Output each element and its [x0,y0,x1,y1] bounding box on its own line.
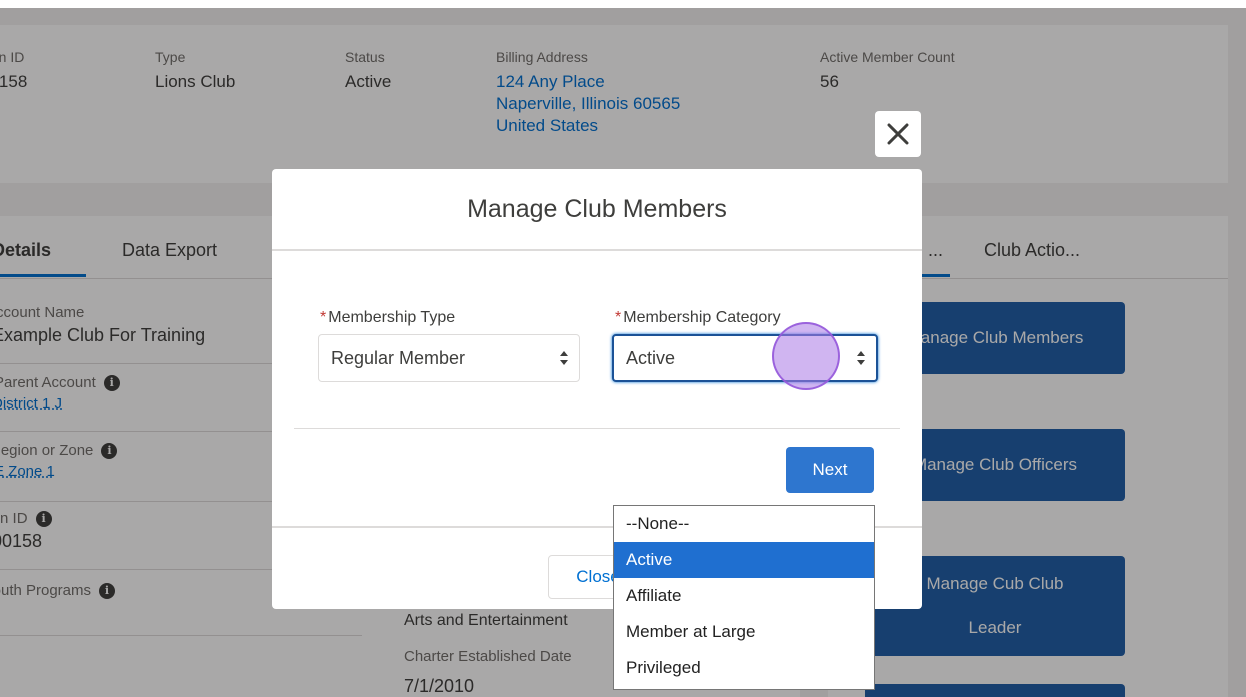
screen: Lion ID 00158 Type Lions Club Status Act… [0,8,1246,697]
membership-type-select[interactable]: Regular Member [318,334,580,382]
membership-type-label-text: Membership Type [328,309,456,326]
membership-type-value: Regular Member [331,347,466,368]
close-icon[interactable] [875,111,921,157]
select-arrows-icon [560,351,568,365]
dropdown-option-none[interactable]: --None-- [614,506,874,542]
membership-category-dropdown[interactable]: --None-- Active Affiliate Member at Larg… [613,505,875,690]
dropdown-option-member-at-large[interactable]: Member at Large [614,614,874,650]
select-arrows-icon [857,351,865,365]
dropdown-option-active[interactable]: Active [614,542,874,578]
dropdown-option-affiliate[interactable]: Affiliate [614,578,874,614]
modal-title: Manage Club Members [272,169,922,251]
membership-category-value: Active [626,347,676,368]
membership-category-label-text: Membership Category [623,309,781,326]
modal-divider [294,428,900,429]
membership-type-label: * Membership Type [320,309,455,327]
click-indicator [772,322,840,390]
membership-category-label: * Membership Category [615,309,781,327]
dropdown-option-privileged[interactable]: Privileged [614,650,874,686]
required-marker: * [615,309,622,326]
required-marker: * [320,309,327,326]
next-button[interactable]: Next [786,447,874,493]
